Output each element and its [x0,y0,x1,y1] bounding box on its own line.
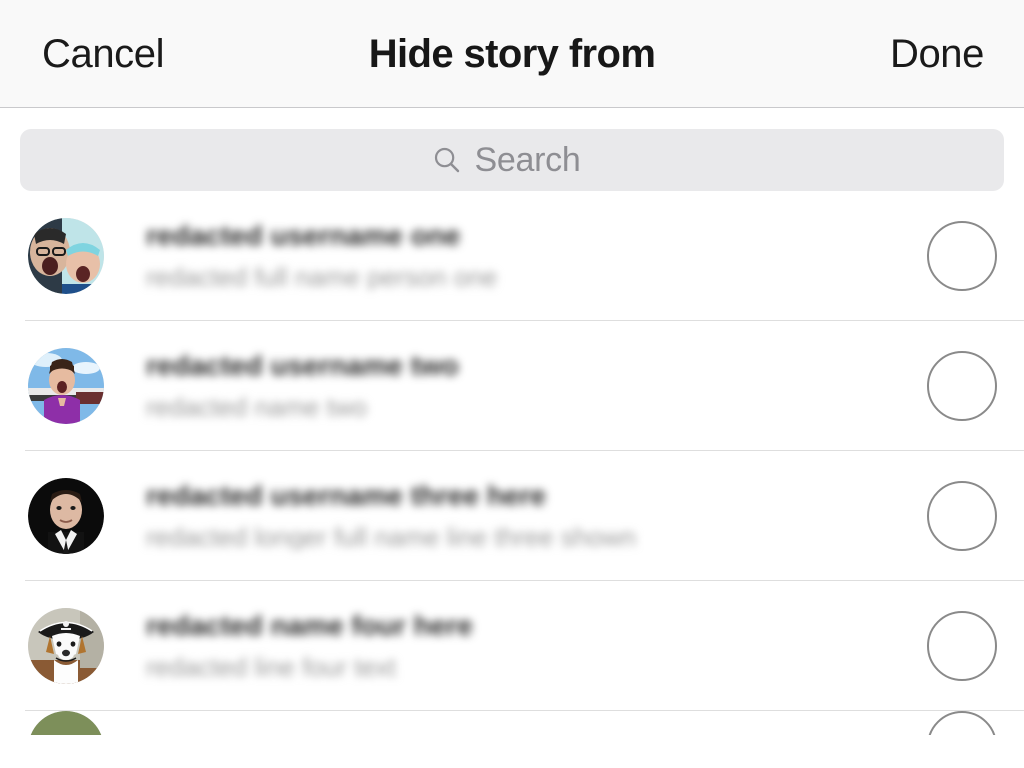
table-row[interactable]: redacted username one redacted full name… [0,191,1024,321]
avatar [28,218,104,294]
search-placeholder: Search [474,141,581,179]
fullname-label: redacted line four text [146,654,397,680]
search-icon [432,145,462,175]
fullname-label: redacted name two [146,394,368,420]
cancel-button[interactable]: Cancel [42,34,165,74]
username-label: redacted username one [146,222,461,250]
table-row[interactable]: redacted name four here redacted line fo… [0,581,1024,711]
page-title: Hide story from [368,31,656,76]
search-field[interactable]: Search [20,129,1004,191]
done-button[interactable]: Done [890,34,984,74]
username-label: redacted username two [146,352,459,380]
row-text-block: redacted username two redacted name two [146,352,927,420]
row-text-block: redacted name four here redacted line fo… [146,612,927,680]
navigation-bar: Cancel Hide story from Done [0,0,1024,108]
username-label: redacted name four here [146,612,473,640]
select-checkbox[interactable] [927,611,997,681]
row-text-block: redacted username one redacted full name… [146,222,927,290]
select-checkbox[interactable] [927,481,997,551]
user-list: redacted username one redacted full name… [0,191,1024,735]
row-text-block [146,711,927,725]
row-text-block: redacted username three here redacted lo… [146,482,927,550]
fullname-label: redacted longer full name line three sho… [146,524,636,550]
table-row[interactable] [0,711,1024,735]
search-section: Search [0,108,1024,191]
select-checkbox[interactable] [927,351,997,421]
username-label: redacted username three here [146,482,546,510]
avatar [28,608,104,684]
avatar [28,478,104,554]
select-checkbox[interactable] [927,711,997,735]
avatar [28,711,104,735]
table-row[interactable]: redacted username three here redacted lo… [0,451,1024,581]
table-row[interactable]: redacted username two redacted name two [0,321,1024,451]
search-inner: Search [432,143,581,177]
avatar [28,348,104,424]
select-checkbox[interactable] [927,221,997,291]
fullname-label: redacted full name person one [146,264,498,290]
